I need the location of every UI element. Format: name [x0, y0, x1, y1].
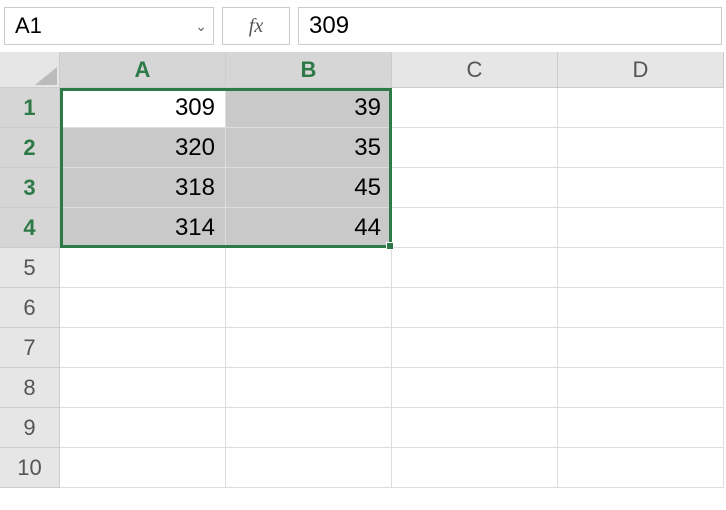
- cell-A5[interactable]: [60, 248, 226, 288]
- cell-C1[interactable]: [392, 88, 558, 128]
- row-header-8[interactable]: 8: [0, 368, 60, 408]
- cell-B7[interactable]: [226, 328, 392, 368]
- cell-B2[interactable]: 35: [226, 128, 392, 168]
- fx-label[interactable]: fx: [222, 7, 290, 45]
- cell-C2[interactable]: [392, 128, 558, 168]
- cell-D8[interactable]: [558, 368, 724, 408]
- cell-D1[interactable]: [558, 88, 724, 128]
- col-header-D[interactable]: D: [558, 52, 724, 88]
- cell-A8[interactable]: [60, 368, 226, 408]
- cell-D4[interactable]: [558, 208, 724, 248]
- cell-A9[interactable]: [60, 408, 226, 448]
- formula-value: 309: [309, 12, 349, 40]
- col-header-A[interactable]: A: [60, 52, 226, 88]
- row-header-6[interactable]: 6: [0, 288, 60, 328]
- cell-B4[interactable]: 44: [226, 208, 392, 248]
- name-box-value: A1: [15, 13, 42, 39]
- row-header-7[interactable]: 7: [0, 328, 60, 368]
- row-header-2[interactable]: 2: [0, 128, 60, 168]
- cell-C5[interactable]: [392, 248, 558, 288]
- cell-B1[interactable]: 39: [226, 88, 392, 128]
- name-box[interactable]: A1 ⌄: [4, 7, 214, 45]
- cell-D5[interactable]: [558, 248, 724, 288]
- cell-A1[interactable]: 309: [60, 88, 226, 128]
- row-header-1[interactable]: 1: [0, 88, 60, 128]
- cell-D9[interactable]: [558, 408, 724, 448]
- cell-D10[interactable]: [558, 448, 724, 488]
- cell-C6[interactable]: [392, 288, 558, 328]
- cell-C10[interactable]: [392, 448, 558, 488]
- row-header-9[interactable]: 9: [0, 408, 60, 448]
- spreadsheet-grid[interactable]: ABCD 130939 232035 331845 431444 5678910: [0, 52, 726, 488]
- cell-B5[interactable]: [226, 248, 392, 288]
- cell-A10[interactable]: [60, 448, 226, 488]
- cell-D2[interactable]: [558, 128, 724, 168]
- cell-B10[interactable]: [226, 448, 392, 488]
- cell-A6[interactable]: [60, 288, 226, 328]
- col-header-B[interactable]: B: [226, 52, 392, 88]
- cell-B3[interactable]: 45: [226, 168, 392, 208]
- cell-D7[interactable]: [558, 328, 724, 368]
- cell-B8[interactable]: [226, 368, 392, 408]
- row-header-3[interactable]: 3: [0, 168, 60, 208]
- cell-C4[interactable]: [392, 208, 558, 248]
- formula-input[interactable]: 309: [298, 7, 722, 45]
- cell-D6[interactable]: [558, 288, 724, 328]
- cell-C3[interactable]: [392, 168, 558, 208]
- cell-A2[interactable]: 320: [60, 128, 226, 168]
- cell-B9[interactable]: [226, 408, 392, 448]
- row-header-4[interactable]: 4: [0, 208, 60, 248]
- cell-C8[interactable]: [392, 368, 558, 408]
- row-header-10[interactable]: 10: [0, 448, 60, 488]
- cell-C7[interactable]: [392, 328, 558, 368]
- formula-bar-row: A1 ⌄ fx 309: [0, 0, 726, 52]
- cell-A7[interactable]: [60, 328, 226, 368]
- select-all-corner[interactable]: [0, 52, 60, 88]
- cell-C9[interactable]: [392, 408, 558, 448]
- chevron-down-icon[interactable]: ⌄: [195, 18, 207, 35]
- cell-B6[interactable]: [226, 288, 392, 328]
- col-header-C[interactable]: C: [392, 52, 558, 88]
- cell-D3[interactable]: [558, 168, 724, 208]
- cell-A4[interactable]: 314: [60, 208, 226, 248]
- cell-A3[interactable]: 318: [60, 168, 226, 208]
- row-header-5[interactable]: 5: [0, 248, 60, 288]
